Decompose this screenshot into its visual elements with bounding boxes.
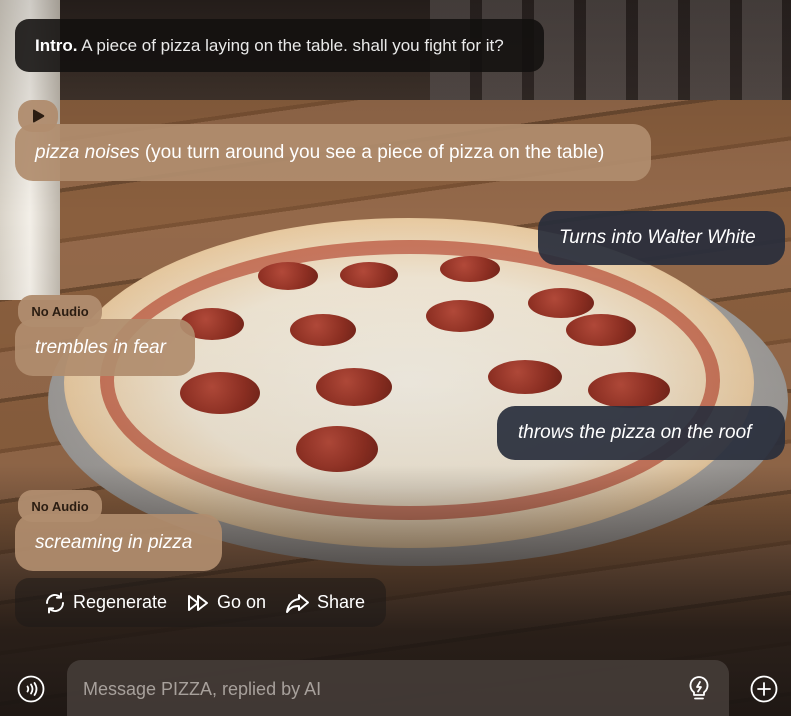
bot-message: trembles in fear — [15, 319, 195, 376]
go-on-button[interactable]: Go on — [187, 578, 266, 627]
intro-message: Intro. A piece of pizza laying on the ta… — [15, 19, 544, 72]
intro-text: A piece of pizza laying on the table. sh… — [81, 36, 504, 55]
bot-message: screaming in pizza — [15, 514, 222, 571]
suggestion-button[interactable] — [687, 675, 711, 703]
message-actions: Regenerate Go on Share — [15, 578, 386, 627]
message-input-container — [67, 660, 729, 716]
lightbulb-icon — [689, 676, 709, 700]
bot-action: pizza noises — [35, 142, 140, 163]
no-audio-label: No Audio — [31, 498, 89, 514]
regenerate-icon — [46, 592, 64, 613]
voice-button[interactable] — [17, 675, 45, 703]
bot-action: trembles in fear — [35, 337, 166, 358]
plus-circle-icon — [750, 675, 778, 703]
play-icon — [33, 109, 45, 123]
bot-message: pizza noises (you turn around you see a … — [15, 124, 651, 181]
fast-forward-icon — [188, 594, 208, 611]
bot-text: (you turn around you see a piece of pizz… — [144, 142, 605, 163]
no-audio-label: No Audio — [31, 303, 89, 319]
voice-icon — [17, 675, 45, 703]
user-message: throws the pizza on the roof — [497, 406, 785, 460]
message-input[interactable] — [81, 674, 665, 704]
regenerate-label: Regenerate — [73, 592, 168, 612]
bot-action: screaming in pizza — [35, 532, 193, 553]
user-text: Turns into Walter White — [559, 227, 756, 248]
share-icon — [286, 593, 309, 613]
share-label: Share — [317, 592, 366, 612]
user-text: throws the pizza on the roof — [518, 422, 752, 443]
add-button[interactable] — [750, 675, 778, 703]
user-message: Turns into Walter White — [538, 211, 785, 265]
intro-label: Intro. — [35, 36, 78, 55]
share-button[interactable]: Share — [285, 578, 365, 627]
go-on-label: Go on — [217, 592, 267, 612]
regenerate-button[interactable]: Regenerate — [43, 578, 167, 627]
